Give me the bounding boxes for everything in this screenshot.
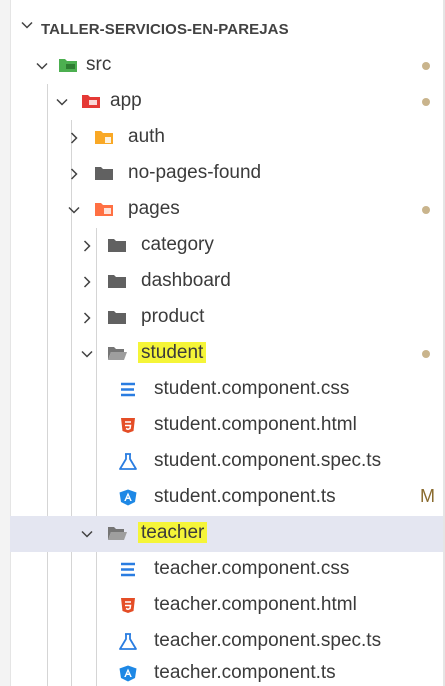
tree-item-label: category xyxy=(141,234,214,255)
tree-item-app[interactable]: app xyxy=(10,84,443,120)
tree-item-label: student xyxy=(138,342,207,364)
chevron-down-icon xyxy=(56,98,68,106)
app-folder-icon xyxy=(82,95,100,108)
tree-item-src[interactable]: src xyxy=(10,48,443,84)
tree-item-label: student.component.ts xyxy=(154,486,336,507)
modified-dot-indicator xyxy=(422,206,430,214)
tree-item-label: teacher.component.html xyxy=(154,594,357,615)
html-file-icon xyxy=(121,598,135,613)
angular-component-icon xyxy=(119,665,137,682)
test-flask-icon xyxy=(119,453,137,470)
tree-item-teacher-css[interactable]: teacher.component.css xyxy=(10,552,443,588)
chevron-down-icon xyxy=(36,62,48,70)
tree-item-label: student.component.css xyxy=(154,378,350,399)
chevron-right-icon xyxy=(83,240,91,252)
tree-item-label: dashboard xyxy=(141,270,231,291)
chevron-down-icon xyxy=(81,530,93,538)
tree-item-label: teacher xyxy=(138,522,208,544)
tree-item-label: teacher.component.css xyxy=(154,558,350,579)
git-modified-badge: M xyxy=(420,486,435,506)
tree-item-teacher-spec[interactable]: teacher.component.spec.ts xyxy=(10,624,443,660)
folder-icon xyxy=(108,239,126,252)
search-highlight: student xyxy=(138,342,207,363)
tree-item-pages[interactable]: pages xyxy=(10,192,443,228)
chevron-right-icon xyxy=(83,276,91,288)
tree-item-student-ts[interactable]: student.component.ts M xyxy=(10,480,443,516)
tree-item-student-html[interactable]: student.component.html xyxy=(10,408,443,444)
src-folder-icon xyxy=(59,59,77,72)
tree-item-dashboard[interactable]: dashboard xyxy=(10,264,443,300)
tree-item-category[interactable]: category xyxy=(10,228,443,264)
html-file-icon xyxy=(121,418,135,433)
chevron-right-icon xyxy=(70,168,78,180)
tree-item-label: app xyxy=(110,90,142,111)
auth-folder-icon xyxy=(95,131,113,144)
folder-icon xyxy=(95,167,113,180)
tree-item-label: teacher.component.ts xyxy=(154,662,336,683)
tree-item-label: pages xyxy=(128,198,180,219)
search-highlight: teacher xyxy=(138,522,208,543)
chevron-down-icon xyxy=(81,350,93,358)
chevron-right-icon xyxy=(83,312,91,324)
tree-item-label: product xyxy=(141,306,205,327)
chevron-down-icon xyxy=(68,206,80,214)
chevron-down-icon xyxy=(21,21,33,29)
tree-item-teacher-html[interactable]: teacher.component.html xyxy=(10,588,443,624)
angular-component-icon xyxy=(119,489,137,506)
tree-item-student[interactable]: student xyxy=(10,336,443,372)
modified-dot-indicator xyxy=(422,62,430,70)
root-folder-title: TALLER-SERVICIOS-EN-PAREJAS xyxy=(41,21,289,38)
tree-item-label: auth xyxy=(128,126,165,147)
modified-dot-indicator xyxy=(422,350,430,358)
css-file-icon xyxy=(121,382,135,397)
test-flask-icon xyxy=(119,633,137,650)
tree-item-teacher[interactable]: teacher xyxy=(10,516,443,552)
explorer-root-header[interactable]: TALLER-SERVICIOS-EN-PAREJAS xyxy=(10,12,443,48)
tree-item-teacher-ts[interactable]: teacher.component.ts xyxy=(10,656,443,686)
chevron-right-icon xyxy=(70,132,78,144)
tree-item-student-spec[interactable]: student.component.spec.ts xyxy=(10,444,443,480)
folder-icon xyxy=(108,275,126,288)
css-file-icon xyxy=(121,562,135,577)
tree-item-label: student.component.html xyxy=(154,414,357,435)
pages-folder-icon xyxy=(95,203,113,216)
open-folder-icon xyxy=(108,527,127,540)
tree-item-label: no-pages-found xyxy=(128,162,262,183)
open-folder-icon xyxy=(108,347,127,360)
modified-dot-indicator xyxy=(422,98,430,106)
folder-icon xyxy=(108,311,126,324)
tree-item-product[interactable]: product xyxy=(10,300,443,336)
tree-item-label: src xyxy=(86,54,112,75)
tree-item-label: student.component.spec.ts xyxy=(154,450,382,471)
tree-item-student-css[interactable]: student.component.css xyxy=(10,372,443,408)
tree-item-no-pages-found[interactable]: no-pages-found xyxy=(10,156,443,192)
tree-item-label: teacher.component.spec.ts xyxy=(154,630,382,651)
tree-item-auth[interactable]: auth xyxy=(10,120,443,156)
